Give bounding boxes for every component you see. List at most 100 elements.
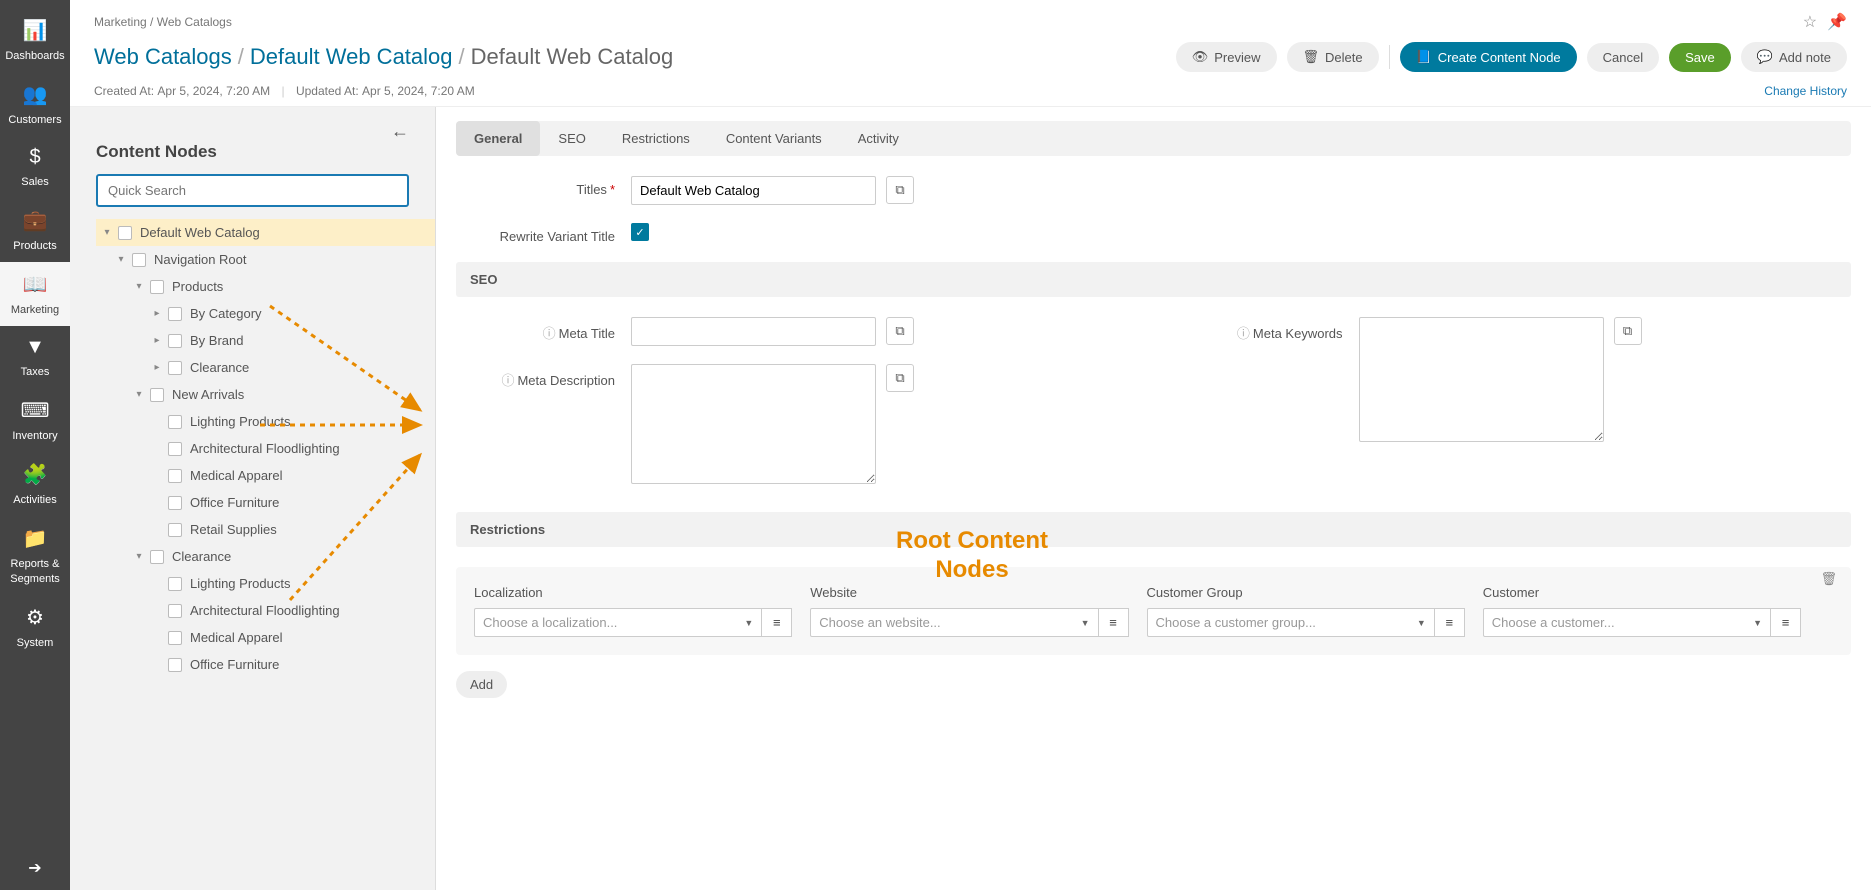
tree-checkbox[interactable] [168,415,182,429]
chevron-down-icon[interactable]: ▾ [132,389,146,400]
localization-select[interactable]: Choose a localization...▼ [474,608,762,637]
meta-desc-textarea[interactable] [631,364,876,484]
sidebar-item-dashboards[interactable]: 📊Dashboards [0,8,70,72]
tree-node[interactable]: Lighting Products [96,408,435,435]
delete-button[interactable]: 🗑Delete [1287,42,1379,72]
create-node-button[interactable]: 📘Create Content Node [1400,42,1577,72]
title-link-1[interactable]: Web Catalogs [94,44,232,69]
cancel-button[interactable]: Cancel [1587,43,1659,72]
tab-general[interactable]: General [456,121,540,156]
website-list-button[interactable]: ≡ [1099,608,1129,637]
titles-input[interactable] [631,176,876,205]
localization-list-button[interactable]: ≡ [762,608,792,637]
tree-checkbox[interactable] [168,469,182,483]
save-button[interactable]: Save [1669,43,1731,72]
chevron-down-icon[interactable]: ▾ [100,227,114,238]
change-history-link[interactable]: Change History [1764,84,1847,98]
preview-button[interactable]: 👁Preview [1176,42,1277,72]
meta-title-localize-button[interactable]: ⧉ [886,317,914,345]
tree-node[interactable]: ▸By Brand [96,327,435,354]
tree-node[interactable]: Medical Apparel [96,624,435,651]
tree-checkbox[interactable] [118,226,132,240]
meta-title-input[interactable] [631,317,876,346]
sidebar-item-activities[interactable]: 🧩Activities [0,452,70,516]
sidebar-item-sales[interactable]: $Sales [0,136,70,198]
tree-checkbox[interactable] [168,631,182,645]
tree-checkbox[interactable] [150,550,164,564]
tab-content-variants[interactable]: Content Variants [708,121,840,156]
tree-checkbox[interactable] [168,604,182,618]
meta-keywords-textarea[interactable] [1359,317,1604,442]
chevron-down-icon[interactable]: ▾ [132,551,146,562]
tab-restrictions[interactable]: Restrictions [604,121,708,156]
tree-node[interactable]: ▾ Navigation Root [96,246,435,273]
tree-node-label: Products [172,279,223,294]
customer-group-list-button[interactable]: ≡ [1435,608,1465,637]
tree-node[interactable]: ▾Clearance [96,543,435,570]
back-arrow-icon[interactable]: ← [391,121,409,141]
tree-node[interactable]: ▾Default Web Catalog [96,219,435,246]
tree-checkbox[interactable] [168,361,182,375]
titles-localize-button[interactable]: ⧉ [886,176,914,204]
tree-heading: Content Nodes [70,142,435,174]
tree-node[interactable]: Retail Supplies [96,516,435,543]
tab-activity[interactable]: Activity [840,121,917,156]
tree-checkbox[interactable] [150,388,164,402]
sidebar-item-reports[interactable]: 📁Reports & Segments [0,516,70,595]
list-icon: ≡ [773,615,781,630]
chevron-right-icon[interactable]: ▸ [150,335,164,346]
tree-node[interactable]: Lighting Products [96,570,435,597]
tree-node[interactable]: Office Furniture [96,651,435,678]
meta-keywords-localize-button[interactable]: ⧉ [1614,317,1642,345]
chevron-down-icon[interactable]: ▾ [114,254,128,265]
sidebar-item-system[interactable]: ⚙System [0,595,70,659]
customer-group-select[interactable]: Choose a customer group...▼ [1147,608,1435,637]
chevron-right-icon[interactable]: ▸ [150,362,164,373]
localize-icon: ⧉ [895,182,904,198]
add-restriction-button[interactable]: Add [456,671,507,698]
meta-desc-localize-button[interactable]: ⧉ [886,364,914,392]
sidebar-item-marketing[interactable]: 📖Marketing [0,262,70,326]
tab-seo[interactable]: SEO [540,121,603,156]
tree-node[interactable]: Office Furniture [96,489,435,516]
tree-node[interactable]: ▾New Arrivals [96,381,435,408]
tree-checkbox[interactable] [168,577,182,591]
tree-node[interactable]: ▾ Products [96,273,435,300]
tree-checkbox[interactable] [150,280,164,294]
tree-checkbox[interactable] [168,307,182,321]
sidebar-item-inventory[interactable]: ⌨Inventory [0,388,70,452]
chevron-right-icon[interactable]: ▸ [150,308,164,319]
sidebar-item-taxes[interactable]: ▼Taxes [0,326,70,388]
star-icon[interactable]: ☆ [1803,12,1817,32]
sidebar-item-products[interactable]: 💼Products [0,198,70,262]
sidebar-item-customers[interactable]: 👥Customers [0,72,70,136]
tree-checkbox[interactable] [168,442,182,456]
tree-node[interactable]: Architectural Floodlighting [96,435,435,462]
tree-checkbox[interactable] [168,658,182,672]
customer-list-button[interactable]: ≡ [1771,608,1801,637]
add-note-button[interactable]: 💬Add note [1741,42,1847,72]
content-tree-panel: ← Content Nodes ▾Default Web Catalog▾Nav… [70,107,436,890]
pin-icon[interactable]: 📌 [1827,12,1847,32]
tree-checkbox[interactable] [168,523,182,537]
chevron-down-icon[interactable]: ▾ [132,281,146,292]
tree-checkbox[interactable] [168,496,182,510]
tree-node-label: Navigation Root [154,252,247,267]
website-select[interactable]: Choose an website...▼ [810,608,1098,637]
tree-search-input[interactable] [96,174,409,207]
tree-node[interactable]: Architectural Floodlighting [96,597,435,624]
rewrite-checkbox[interactable]: ✓ [631,223,649,241]
tree-checkbox[interactable] [168,334,182,348]
sidebar-expand[interactable]: ➔ [0,846,70,890]
delete-restriction-icon[interactable]: 🗑 [1820,571,1837,587]
tree-node[interactable]: ▸By Category [96,300,435,327]
website-label: Website [810,585,1128,600]
tree-node[interactable]: ▸ Clearance [96,354,435,381]
tree-checkbox[interactable] [132,253,146,267]
page-header: Marketing / Web Catalogs ☆ 📌 Web Catalog… [70,0,1871,107]
tree-node[interactable]: Medical Apparel [96,462,435,489]
title-link-2[interactable]: Default Web Catalog [250,44,453,69]
customer-select[interactable]: Choose a customer...▼ [1483,608,1771,637]
breadcrumb[interactable]: Marketing / Web Catalogs [94,15,232,29]
tree-node-label: Clearance [190,360,249,375]
